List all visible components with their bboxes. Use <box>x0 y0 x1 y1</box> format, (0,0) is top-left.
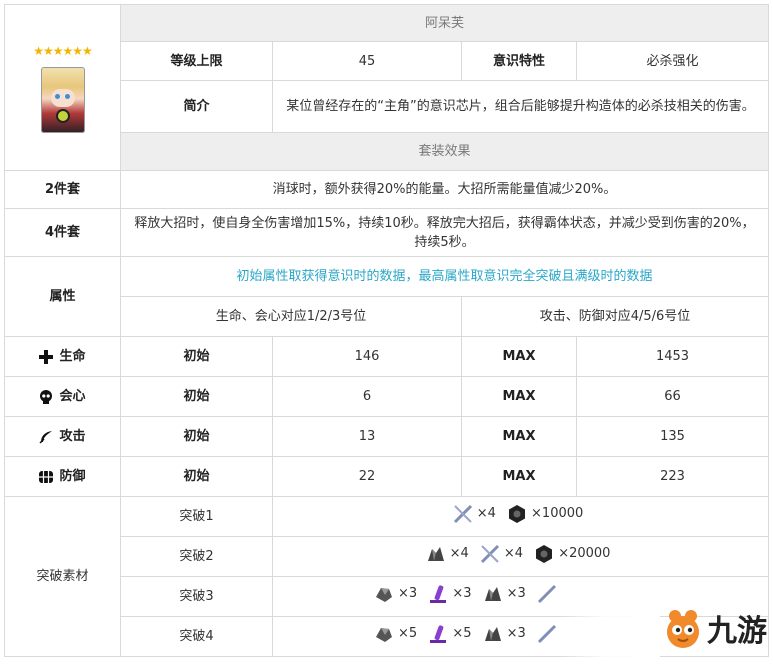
breakthrough-materials: ×4 ×4 ×20000 <box>271 536 770 577</box>
attr-row-def: 防御 初始 22 MAX 223 <box>4 456 770 497</box>
consciousness-table: ★★★★★★ 阿呆芙 等级上限 45 意识特性 必杀强化 简介 某位曾经存在的“… <box>4 4 770 657</box>
two-piece-label: 2件套 <box>4 170 121 209</box>
attr-name-atk: 攻击 <box>4 416 121 457</box>
attr-row-hp: 生命 初始 146 MAX 1453 <box>4 336 770 377</box>
intro-text: 某位曾经存在的“主角”的意识芯片，组合后能够提升构造体的必杀技相关的伤害。 <box>271 80 770 133</box>
attr-init-value: 22 <box>272 456 462 497</box>
breakthrough-row: 突破素材 突破1 ×4 ×10000 <box>4 496 770 657</box>
breakthrough-label: 突破素材 <box>4 496 121 657</box>
metal-chunk-icon <box>376 587 392 602</box>
right-slots-note: 攻击、防御对应4/5/6号位 <box>460 296 770 337</box>
init-label: 初始 <box>120 416 273 457</box>
hex-nut-icon <box>509 504 526 523</box>
watermark-logo: 九游 <box>663 606 767 650</box>
metal-chunk-icon <box>376 627 392 642</box>
init-label: 初始 <box>120 336 273 377</box>
level-cap-label: 等级上限 <box>120 41 273 81</box>
level-cap-value: 45 <box>272 41 462 81</box>
blade-item-icon <box>537 624 556 643</box>
attr-max-value: 1453 <box>575 336 770 377</box>
max-label: MAX <box>461 416 577 457</box>
watermark-text: 九游 <box>707 614 767 649</box>
attr-init-value: 13 <box>272 416 462 457</box>
attr-init-value: 6 <box>272 376 462 417</box>
feather-icon <box>39 430 53 444</box>
attr-init-value: 146 <box>272 336 462 377</box>
breakthrough-name: 突破4 <box>120 616 273 657</box>
plus-icon <box>39 349 54 364</box>
breakthrough-name: 突破1 <box>120 496 273 537</box>
left-slots-note: 生命、会心对应1/2/3号位 <box>120 296 462 337</box>
attr-row-crit: 会心 初始 6 MAX 66 <box>4 376 770 417</box>
max-label: MAX <box>461 456 577 497</box>
character-portrait <box>40 67 85 133</box>
ore-icon <box>484 626 501 641</box>
trait-label: 意识特性 <box>461 41 577 81</box>
ore-icon <box>427 546 444 561</box>
skull-icon <box>40 389 53 404</box>
blade-item-icon <box>453 504 472 523</box>
rarity-stars: ★★★★★★ <box>33 44 93 58</box>
watermark-fade <box>560 580 660 658</box>
max-label: MAX <box>461 376 577 417</box>
set-effect-header: 套装效果 <box>119 132 770 171</box>
shield-grid-icon <box>39 470 54 483</box>
attr-max-value: 223 <box>575 456 770 497</box>
purple-tube-icon <box>430 584 447 603</box>
four-piece-text: 释放大招时，使自身全伤害增加15%，持续10秒。释放完大招后，获得霸体状态，并减… <box>119 208 770 257</box>
purple-tube-icon <box>430 624 447 643</box>
two-piece-text: 消球时，额外获得20%的能量。大招所需能量值减少20%。 <box>119 170 770 209</box>
blade-item-icon <box>537 584 556 603</box>
breakthrough-materials: ×4 ×10000 <box>271 496 770 537</box>
attr-max-value: 135 <box>575 416 770 457</box>
ore-icon <box>484 586 501 601</box>
blade-item-icon <box>480 544 499 563</box>
hex-nut-icon <box>536 544 553 563</box>
init-label: 初始 <box>120 456 273 497</box>
breakthrough-name: 突破3 <box>120 576 273 617</box>
init-label: 初始 <box>120 376 273 417</box>
trait-value: 必杀强化 <box>575 41 770 81</box>
character-cell: ★★★★★★ <box>4 4 121 171</box>
attr-name-def: 防御 <box>4 456 121 497</box>
attr-row-atk: 攻击 初始 13 MAX 135 <box>4 416 770 457</box>
attributes-label: 属性 <box>4 256 121 337</box>
attr-name-crit: 会心 <box>4 376 121 417</box>
attr-name-hp: 生命 <box>4 336 121 377</box>
intro-label: 简介 <box>120 80 273 133</box>
consciousness-name: 阿呆芙 <box>119 4 770 42</box>
max-label: MAX <box>461 336 577 377</box>
mascot-icon <box>667 610 699 648</box>
attr-max-value: 66 <box>575 376 770 417</box>
breakthrough-name: 突破2 <box>120 536 273 577</box>
four-piece-label: 4件套 <box>4 208 121 257</box>
attributes-note: 初始属性取获得意识时的数据，最高属性取意识完全突破且满级时的数据 <box>119 256 770 297</box>
